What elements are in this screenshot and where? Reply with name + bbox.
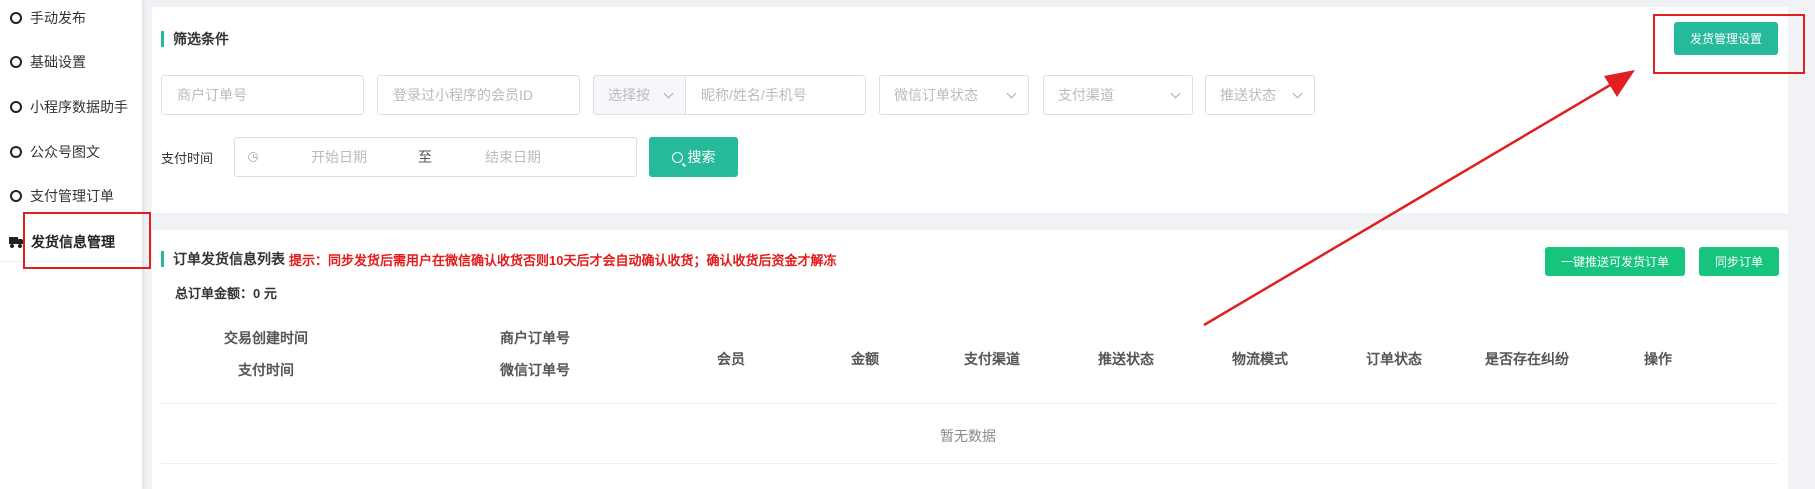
annotation-arrow-icon (1203, 70, 1635, 327)
